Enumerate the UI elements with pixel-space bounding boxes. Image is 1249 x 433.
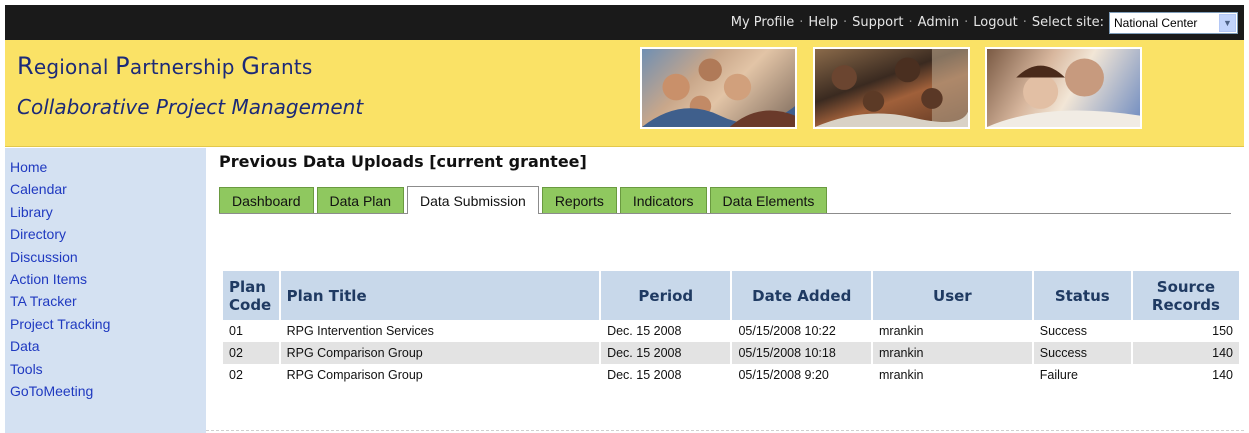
sidebar-item-directory[interactable]: Directory bbox=[10, 223, 206, 245]
my-profile-link[interactable]: My Profile bbox=[731, 15, 794, 30]
support-link[interactable]: Support bbox=[852, 15, 903, 30]
sidebar-item-home[interactable]: Home bbox=[10, 156, 206, 178]
cell-plan-title: RPG Comparison Group bbox=[286, 368, 423, 382]
chevron-down-icon[interactable]: ▼ bbox=[1219, 13, 1236, 32]
site-subtitle: Collaborative Project Management bbox=[17, 95, 364, 119]
table-header-row: Plan Code Plan Title Period Date Added U… bbox=[223, 271, 1239, 320]
sidebar-item-action-items[interactable]: Action Items bbox=[10, 268, 206, 290]
cell-plan-code: 01 bbox=[229, 324, 243, 338]
table-row[interactable]: 01 RPG Intervention Services Dec. 15 200… bbox=[223, 320, 1239, 342]
column-header-date-added[interactable]: Date Added bbox=[732, 271, 871, 320]
page-title: Previous Data Uploads [current grantee] bbox=[219, 152, 587, 171]
table-row[interactable]: 02 RPG Comparison Group Dec. 15 2008 05/… bbox=[223, 342, 1239, 364]
column-header-plan-title[interactable]: Plan Title bbox=[280, 271, 600, 320]
header-text: Plan bbox=[229, 277, 266, 296]
logout-link[interactable]: Logout bbox=[973, 15, 1018, 30]
cell-source-records: 140 bbox=[1132, 342, 1239, 364]
cell-user: mrankin bbox=[879, 324, 924, 338]
sidebar-item-ta-tracker[interactable]: TA Tracker bbox=[10, 290, 206, 312]
cell-status: Failure bbox=[1039, 368, 1078, 382]
column-header-user[interactable]: User bbox=[873, 271, 1032, 320]
site-title: Regional Partnership Grants bbox=[17, 52, 313, 80]
uploads-table: Plan Code Plan Title Period Date Added U… bbox=[221, 271, 1241, 386]
admin-link[interactable]: Admin bbox=[918, 15, 959, 30]
cell-user: mrankin bbox=[873, 342, 1032, 364]
separator: · bbox=[842, 15, 848, 30]
cell-period: Dec. 15 2008 bbox=[607, 324, 682, 338]
divider bbox=[206, 430, 1244, 431]
family-photo-2 bbox=[813, 47, 970, 129]
top-bar: My Profile · Help · Support · Admin · Lo… bbox=[5, 5, 1244, 40]
cell-date-added: 05/15/2008 9:20 bbox=[738, 368, 829, 382]
cell-status: Success bbox=[1033, 342, 1131, 364]
cell-source-records: 150 bbox=[1212, 324, 1233, 338]
site-select[interactable]: National Center ▼ bbox=[1109, 11, 1238, 34]
sidebar-item-project-tracking[interactable]: Project Tracking bbox=[10, 313, 206, 335]
sidebar-item-data[interactable]: Data bbox=[10, 335, 206, 357]
family-photo-1 bbox=[640, 47, 797, 129]
cell-user: mrankin bbox=[879, 368, 924, 382]
select-site-label: Select site: bbox=[1031, 15, 1104, 30]
tab-data-plan[interactable]: Data Plan bbox=[316, 187, 404, 213]
separator: · bbox=[1022, 15, 1027, 30]
separator: · bbox=[799, 15, 804, 30]
sidebar-item-discussion[interactable]: Discussion bbox=[10, 246, 206, 268]
site-select-value: National Center bbox=[1114, 15, 1198, 30]
title-cap: G bbox=[241, 52, 261, 80]
tab-data-submission[interactable]: Data Submission bbox=[406, 186, 539, 214]
header-text: Source bbox=[1156, 277, 1216, 296]
cell-status: Success bbox=[1039, 324, 1087, 338]
separator: · bbox=[964, 15, 969, 30]
help-link[interactable]: Help bbox=[808, 15, 838, 30]
cell-plan-code: 02 bbox=[229, 368, 243, 382]
header-text: Code bbox=[229, 295, 272, 314]
sidebar-item-library[interactable]: Library bbox=[10, 201, 206, 223]
column-header-plan-code[interactable]: Plan Code bbox=[223, 271, 279, 320]
tab-bar: Dashboard Data Plan Data Submission Repo… bbox=[219, 186, 1231, 214]
title-word: egional bbox=[33, 55, 116, 79]
tab-indicators[interactable]: Indicators bbox=[619, 187, 707, 213]
main-content: Previous Data Uploads [current grantee] … bbox=[206, 148, 1244, 433]
header-banner: Regional Partnership Grants Collaborativ… bbox=[5, 40, 1244, 147]
column-header-period[interactable]: Period bbox=[601, 271, 731, 320]
cell-period: Dec. 15 2008 bbox=[607, 368, 682, 382]
sidebar-item-gotomeeting[interactable]: GoToMeeting bbox=[10, 380, 206, 402]
cell-source-records: 140 bbox=[1212, 368, 1233, 382]
title-word: rants bbox=[260, 55, 313, 79]
table-row[interactable]: 02 RPG Comparison Group Dec. 15 2008 05/… bbox=[223, 364, 1239, 386]
title-cap: R bbox=[17, 52, 34, 80]
cell-plan-code: 02 bbox=[223, 342, 279, 364]
sidebar-item-calendar[interactable]: Calendar bbox=[10, 178, 206, 200]
tab-reports[interactable]: Reports bbox=[541, 187, 617, 213]
family-photo-3 bbox=[985, 47, 1142, 129]
cell-date-added: 05/15/2008 10:18 bbox=[732, 342, 871, 364]
title-word: artnership bbox=[129, 55, 242, 79]
cell-plan-title: RPG Intervention Services bbox=[286, 324, 434, 338]
column-header-source-records[interactable]: Source Records bbox=[1132, 271, 1239, 320]
cell-period: Dec. 15 2008 bbox=[601, 342, 731, 364]
tab-data-elements[interactable]: Data Elements bbox=[709, 187, 828, 213]
header-text: Records bbox=[1151, 295, 1220, 314]
title-cap: P bbox=[115, 52, 130, 80]
sidebar-item-tools[interactable]: Tools bbox=[10, 358, 206, 380]
sidebar-nav: Home Calendar Library Directory Discussi… bbox=[5, 148, 206, 433]
tab-dashboard[interactable]: Dashboard bbox=[219, 187, 314, 213]
cell-date-added: 05/15/2008 10:22 bbox=[738, 324, 836, 338]
column-header-status[interactable]: Status bbox=[1033, 271, 1131, 320]
cell-plan-title: RPG Comparison Group bbox=[280, 342, 600, 364]
separator: · bbox=[908, 15, 913, 30]
